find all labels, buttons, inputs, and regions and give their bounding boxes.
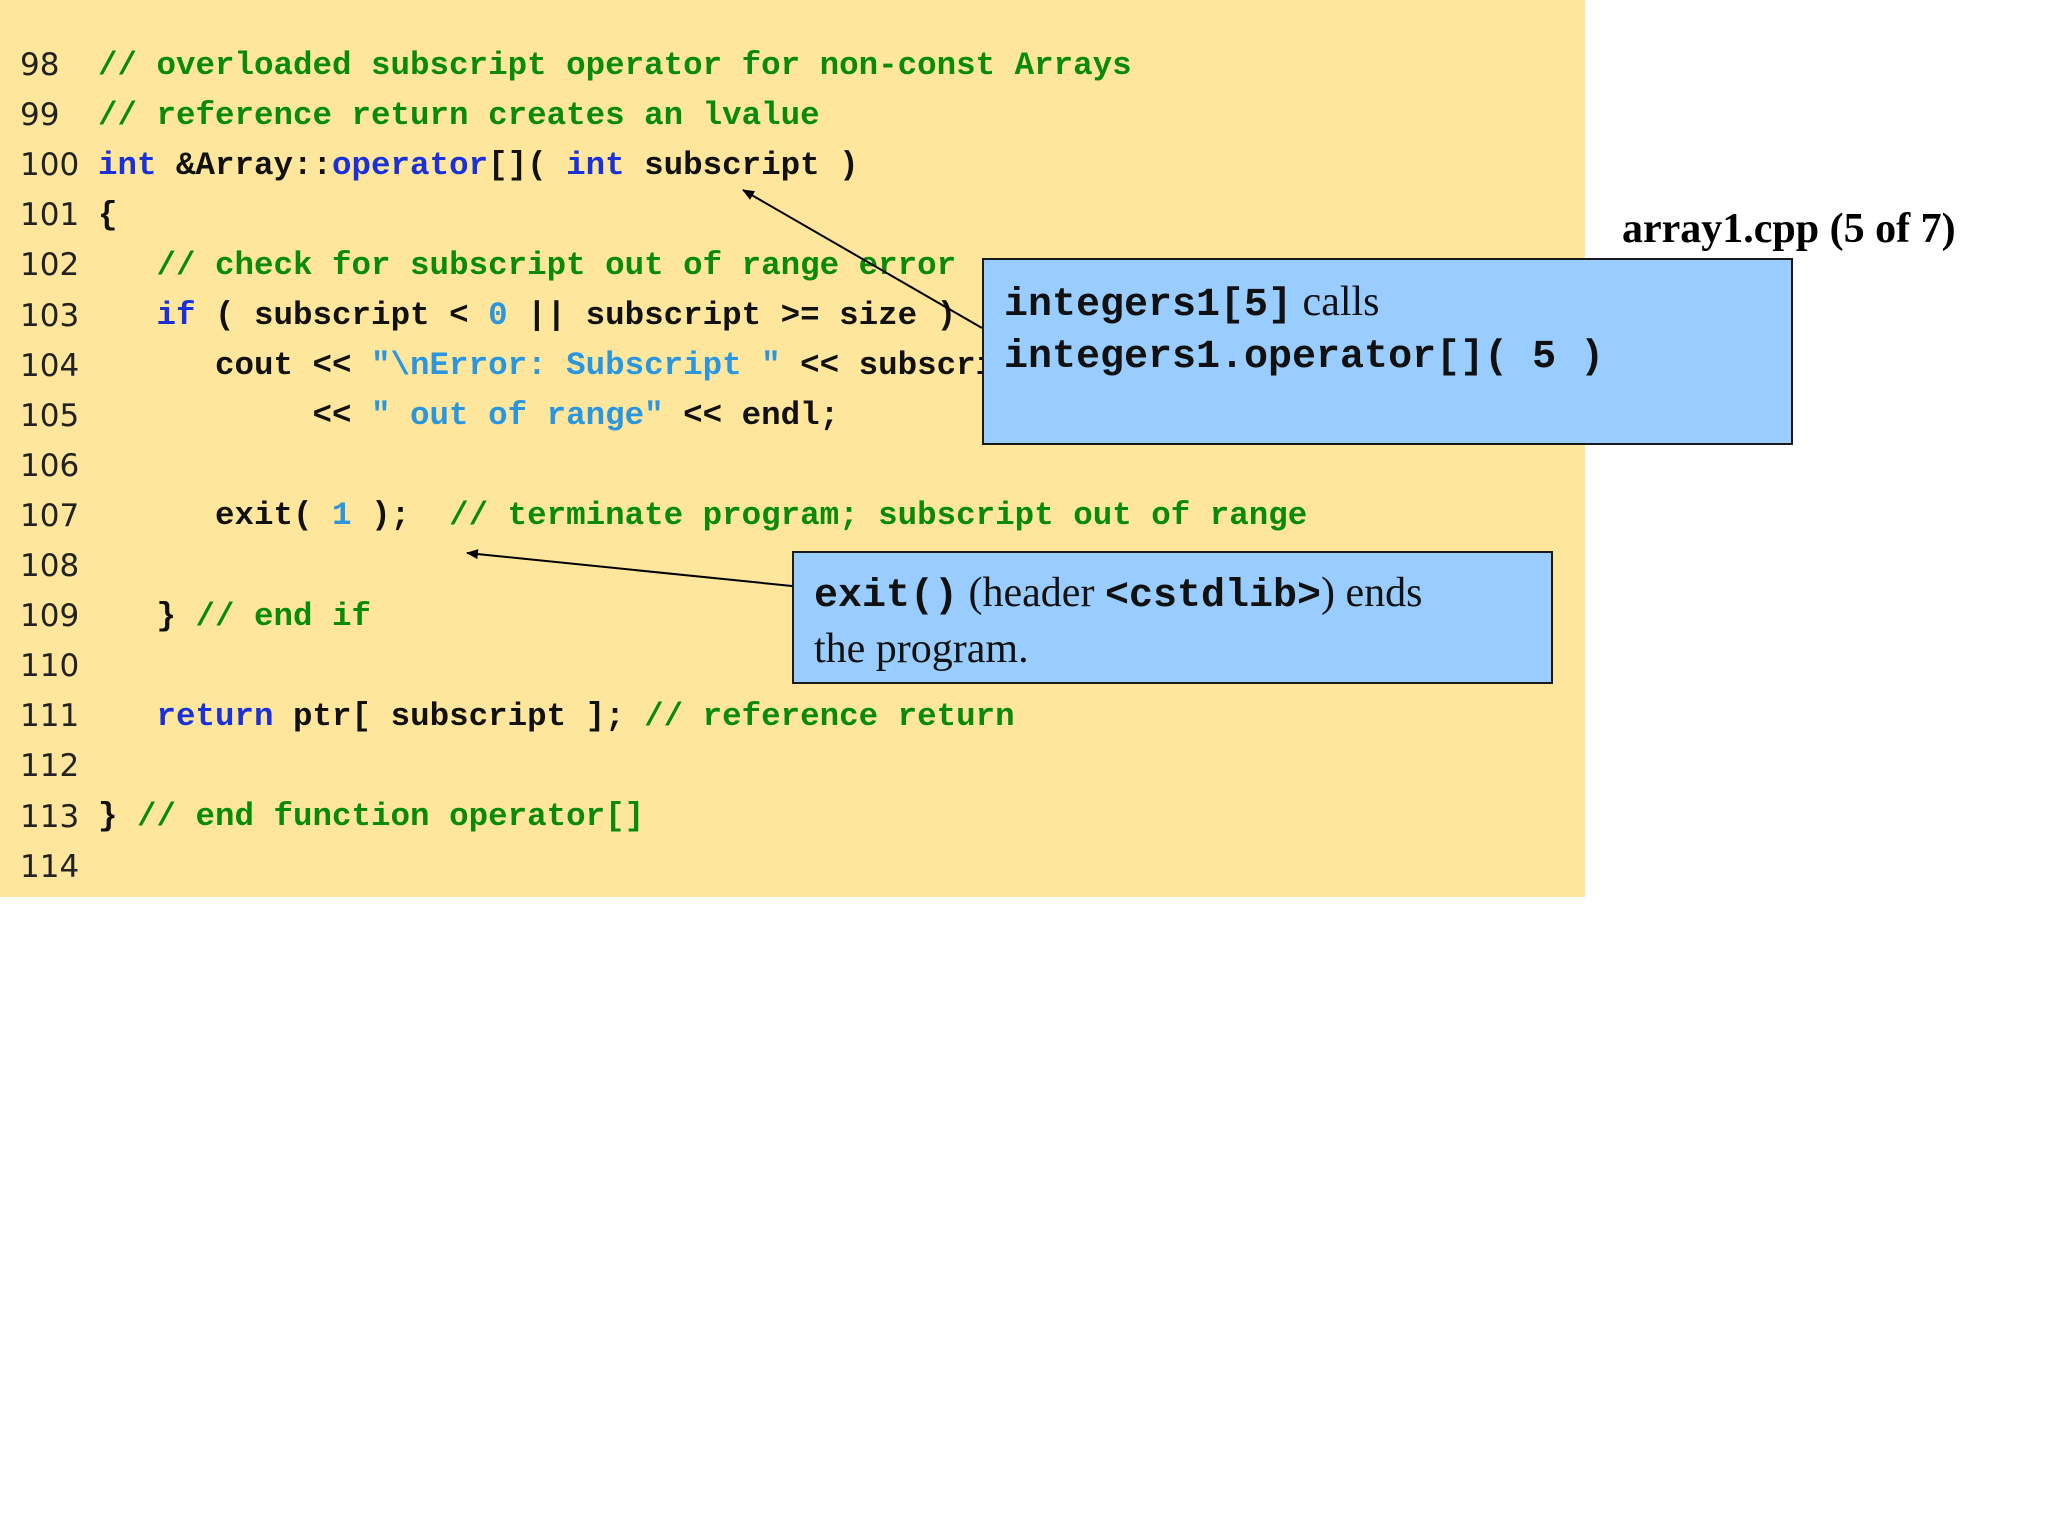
arrow-to-subscript-param — [742, 189, 983, 329]
callout-arrows — [466, 189, 983, 587]
arrow-to-exit-call — [466, 549, 793, 587]
